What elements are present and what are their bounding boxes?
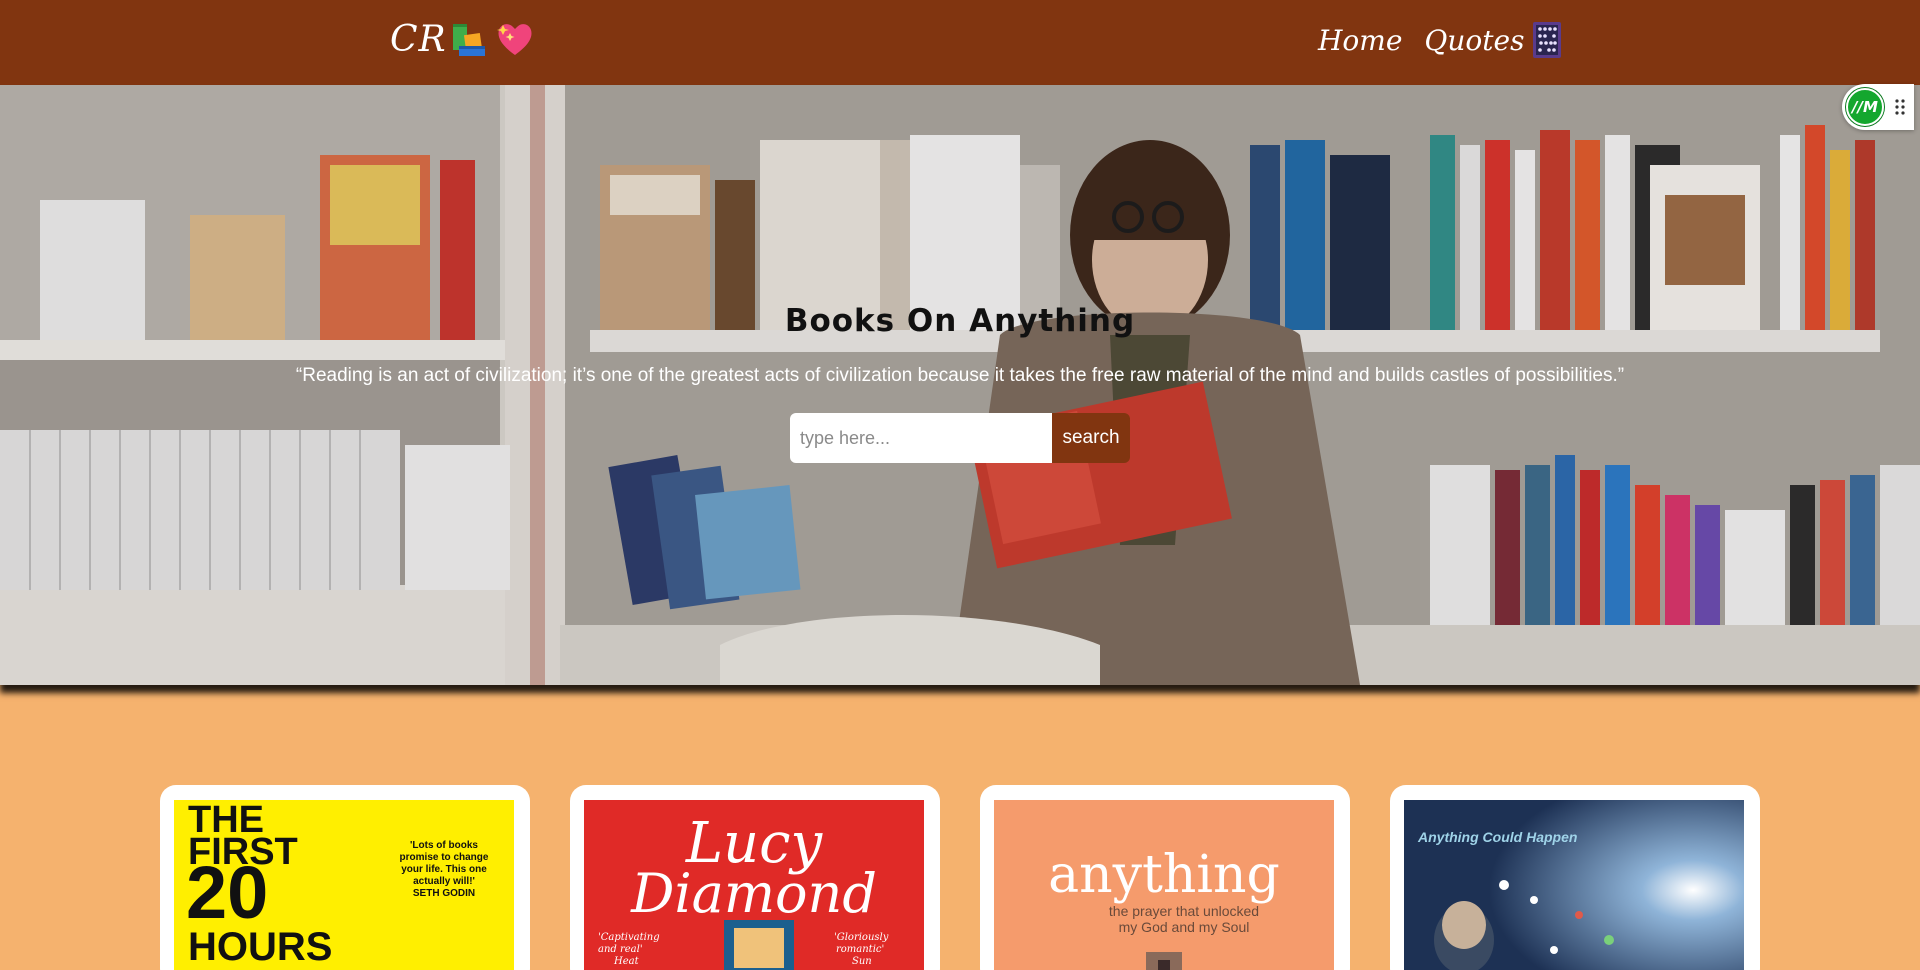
book-cover[interactable]: anything the prayer that unlocked my God… [994,800,1334,970]
cover-blurb: promise to change [400,852,489,863]
cover-quote: Heat [613,956,640,967]
cover-quote: romantic' [836,944,884,955]
cover-line: Diamond [630,862,877,925]
extension-badge[interactable]: //M [1846,88,1884,126]
hero-title: Books On Anything [784,303,1136,339]
sparkling-heart-icon [495,19,535,59]
cover-blurb: 'Lots of books [410,840,478,851]
book-card[interactable]: Anything Could Happen [1390,785,1760,970]
hero-banner: Books On Anything “Reading is an act of … [0,85,1920,685]
cover-subtitle: my God and my Soul [1119,919,1250,935]
book-cover[interactable]: THE FIRST 20 HOURS 'Lots of books promis… [174,800,514,970]
cover-quote: Sun [852,956,872,967]
brand-logo[interactable]: CR [390,14,535,64]
cover-quote: and real' [598,944,643,955]
cover-blurb: your life. This one [401,864,487,875]
drag-handle-icon[interactable] [1895,98,1905,116]
cover-blurb: actually will!' [413,876,475,887]
cover-line: 20 [186,851,268,934]
cover-line: anything [1048,845,1280,905]
cover-quote: 'Captivating [598,932,660,943]
book-cover[interactable]: Lucy Diamond 'Captivating and real' Heat… [584,800,924,970]
cover-line: HOURS [188,925,332,969]
search-input[interactable] [790,413,1052,463]
book-card[interactable]: anything the prayer that unlocked my God… [980,785,1350,970]
books-icon [451,20,491,58]
book-card[interactable]: THE FIRST 20 HOURS 'Lots of books promis… [160,785,530,970]
book-cover[interactable]: Anything Could Happen [1404,800,1744,970]
cover-line: Anything Could Happen [1417,829,1577,845]
search-button[interactable]: search [1052,413,1130,463]
nav-link-home[interactable]: Home [1318,24,1402,57]
nav-link-quotes[interactable]: Quotes [1424,24,1524,57]
abacus-icon [1532,21,1562,59]
nav-links: Home Quotes [1318,16,1562,64]
cover-quote: 'Gloriously [834,932,889,943]
hero-quote: “Reading is an act of civilization; it’s… [295,365,1625,386]
navbar: CR Home Quotes [0,0,1920,85]
cover-subtitle: the prayer that unlocked [1109,903,1259,919]
cover-blurb: SETH GODIN [413,888,475,899]
brand-text: CR [390,18,447,60]
search-bar: search [790,413,1130,463]
extension-widget[interactable]: //M [1842,84,1914,130]
book-card[interactable]: Lucy Diamond 'Captivating and real' Heat… [570,785,940,970]
